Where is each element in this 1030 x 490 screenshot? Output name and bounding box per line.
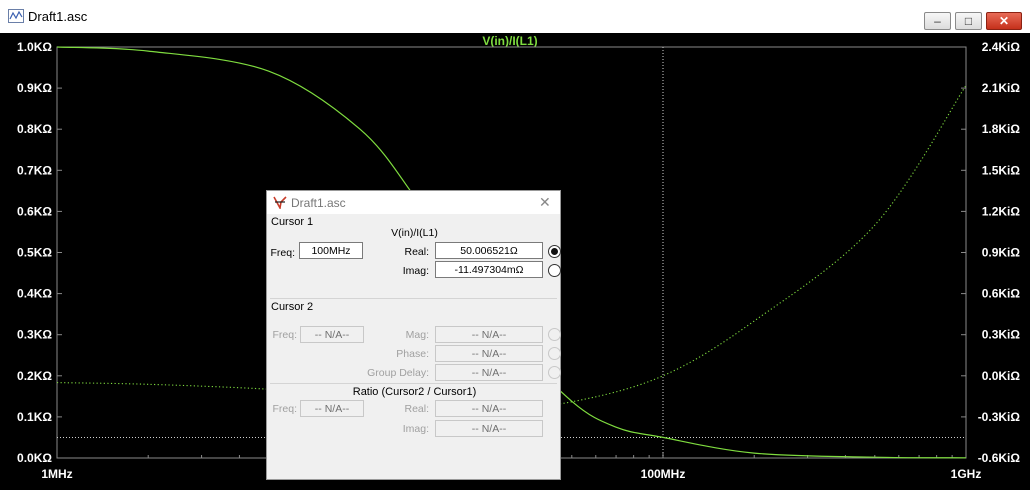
y-left-tick-label: 0.1KΩ [17, 410, 52, 424]
cursor2-phase-label: Phase: [396, 348, 429, 360]
minimize-icon: – [934, 14, 941, 28]
dialog-title: Draft1.asc [291, 196, 346, 210]
dialog-close-icon[interactable]: ✕ [539, 194, 551, 211]
cursor2-group-delay-field[interactable]: -- N/A-- [435, 364, 543, 381]
ratio-freq-label: Freq: [272, 403, 297, 415]
y-right-tick-label: 2.1KiΩ [982, 81, 1021, 95]
y-right-tick-label: 0.3KiΩ [982, 328, 1021, 342]
y-left-tick-label: 0.8KΩ [17, 122, 52, 136]
close-icon: ✕ [998, 14, 1010, 28]
cursor2-mag-radio[interactable] [548, 328, 561, 341]
cursor-readout-dialog: Draft1.asc ✕ Cursor 1 V(in)/I(L1) Freq: … [266, 190, 561, 480]
cursor1-trace-name: V(in)/I(L1) [391, 227, 438, 239]
maximize-button[interactable]: □ [955, 12, 982, 30]
cursor1-imag-label: Imag: [402, 265, 429, 277]
ratio-real-field[interactable]: -- N/A-- [435, 400, 543, 417]
y-right-tick-label: -0.6KiΩ [978, 451, 1021, 465]
y-right-tick-label: 1.5KiΩ [982, 163, 1021, 177]
cursor1-freq-input[interactable]: 100MHz [299, 242, 363, 259]
ltspice-logo-icon [273, 196, 287, 209]
y-left-tick-label: 0.4KΩ [17, 287, 52, 301]
cursor2-header: Cursor 2 [271, 301, 314, 313]
maximize-icon: □ [964, 14, 973, 28]
waveform-window-icon [8, 9, 24, 23]
y-left-tick-label: 1.0KΩ [17, 40, 52, 54]
y-left-tick-label: 0.2KΩ [17, 369, 52, 383]
trace-title[interactable]: V(in)/I(L1) [482, 34, 537, 48]
dialog-titlebar: Draft1.asc ✕ [267, 191, 560, 214]
y-right-tick-label: 0.9KiΩ [982, 246, 1021, 260]
x-tick-label: 1GHz [951, 467, 982, 481]
cursor2-freq-field[interactable]: -- N/A-- [300, 326, 364, 343]
cursor1-real-radio[interactable] [548, 245, 561, 258]
ratio-freq-field[interactable]: -- N/A-- [300, 400, 364, 417]
y-left-tick-label: 0.3KΩ [17, 328, 52, 342]
ratio-imag-label: Imag: [402, 423, 429, 435]
cursor2-freq-label: Freq: [272, 329, 297, 341]
y-right-tick-label: 1.8KiΩ [982, 122, 1021, 136]
y-left-tick-label: 0.0KΩ [17, 451, 52, 465]
y-right-tick-label: -0.3KiΩ [978, 410, 1021, 424]
radio-selected-dot [551, 248, 558, 255]
cursor2-group-delay-radio[interactable] [548, 366, 561, 379]
ratio-header: Ratio (Cursor2 / Cursor1) [352, 386, 477, 398]
y-left-tick-label: 0.6KΩ [17, 204, 52, 218]
ratio-real-label: Real: [404, 403, 429, 415]
y-left-tick-label: 0.5KΩ [17, 246, 52, 260]
x-tick-label: 1MHz [41, 467, 72, 481]
close-button[interactable]: ✕ [986, 12, 1022, 30]
y-right-tick-label: 0.0KiΩ [982, 369, 1021, 383]
cursor1-imag-field[interactable]: -11.497304mΩ [435, 261, 543, 278]
cursor1-imag-radio[interactable] [548, 264, 561, 277]
cursor1-real-label: Real: [404, 246, 429, 258]
x-tick-label: 100MHz [641, 467, 686, 481]
minimize-button[interactable]: – [924, 12, 951, 30]
cursor1-real-field[interactable]: 50.006521Ω [435, 242, 543, 259]
cursor2-mag-label: Mag: [405, 329, 429, 341]
cursor2-phase-radio[interactable] [548, 347, 561, 360]
divider [270, 383, 557, 384]
y-left-tick-label: 0.7KΩ [17, 163, 52, 177]
cursor2-phase-field[interactable]: -- N/A-- [435, 345, 543, 362]
ratio-imag-field[interactable]: -- N/A-- [435, 420, 543, 437]
y-right-tick-label: 2.4KiΩ [982, 40, 1021, 54]
window-titlebar: Draft1.asc – □ ✕ [0, 0, 1030, 34]
y-left-tick-label: 0.9KΩ [17, 81, 52, 95]
cursor2-mag-field[interactable]: -- N/A-- [435, 326, 543, 343]
y-right-tick-label: 0.6KiΩ [982, 287, 1021, 301]
window-title: Draft1.asc [28, 9, 88, 24]
cursor1-freq-label: Freq: [270, 247, 295, 259]
divider [270, 298, 557, 299]
y-right-tick-label: 1.2KiΩ [982, 204, 1021, 218]
cursor2-group-delay-label: Group Delay: [367, 367, 429, 379]
